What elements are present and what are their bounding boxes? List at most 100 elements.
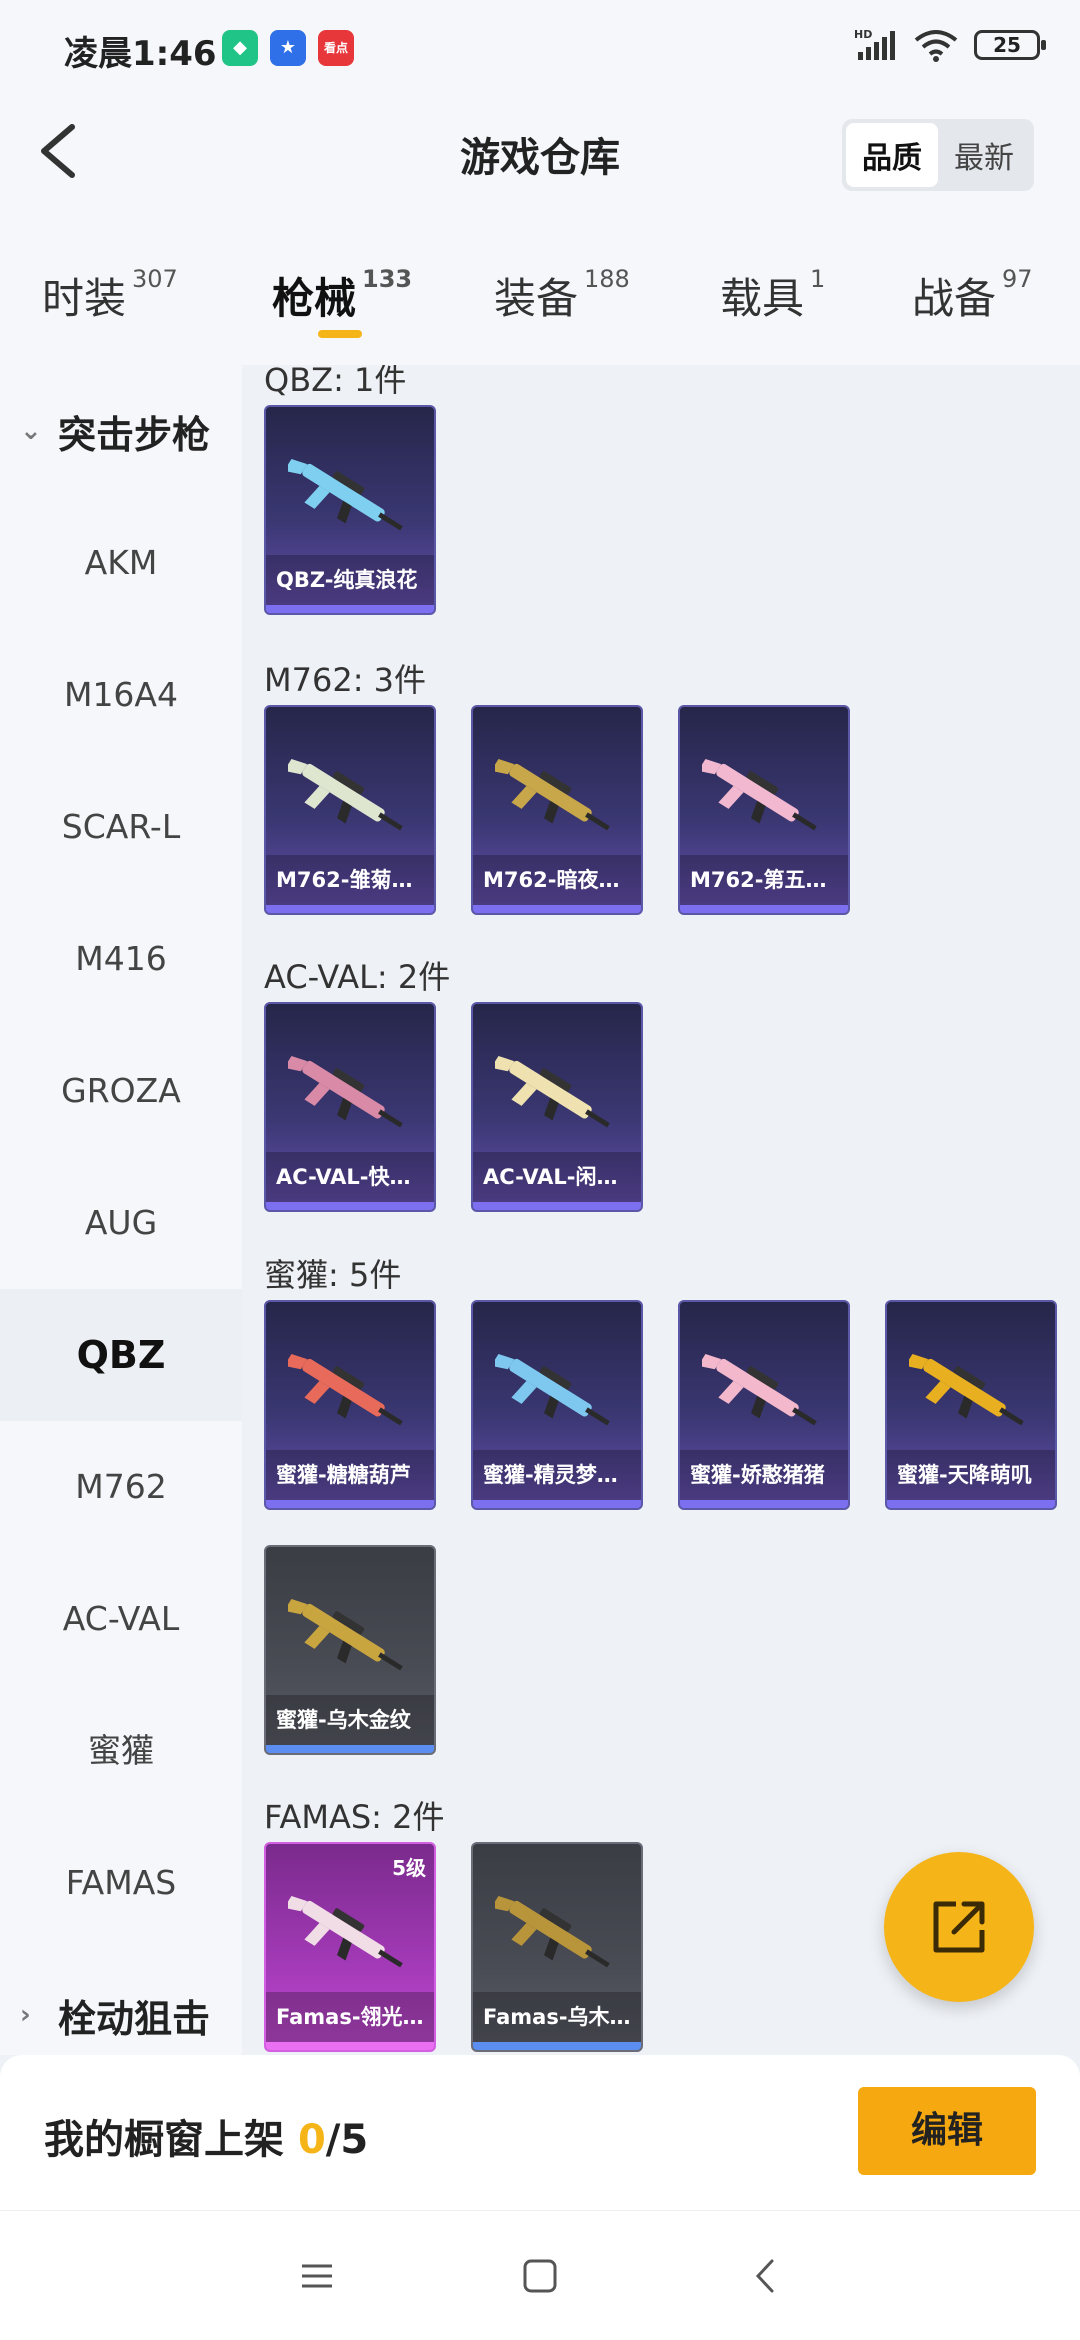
tab-count: 307 bbox=[132, 265, 178, 293]
weapon-card-label: QBZ-纯真浪花 bbox=[266, 555, 434, 605]
weapon-card-label: 蜜獾-精灵梦… bbox=[473, 1450, 641, 1500]
weapon-card[interactable]: 5级 Famas-翎光… bbox=[264, 1842, 436, 2052]
showcase-current-count: 0 bbox=[297, 2117, 326, 2163]
section-title: QBZ: 1件 bbox=[264, 365, 407, 399]
section-title: M762: 3件 bbox=[264, 661, 427, 699]
weapon-card[interactable]: 蜜獾-娇憨猪猪 bbox=[678, 1300, 850, 1510]
level-badge: 5级 bbox=[392, 1856, 426, 1880]
battery-level: 25 bbox=[993, 33, 1021, 57]
sidebar-item-groza[interactable]: GROZA bbox=[0, 1025, 242, 1157]
weapon-card-label: AC-VAL-快… bbox=[266, 1152, 434, 1202]
sidebar-item-m16a4[interactable]: M16A4 bbox=[0, 629, 242, 761]
header: 游戏仓库 品质 最新 bbox=[0, 95, 1080, 215]
star-app-icon: ★ bbox=[270, 30, 306, 66]
weapon-card[interactable]: M762-第五… bbox=[678, 705, 850, 915]
rarity-bar bbox=[266, 1202, 434, 1210]
weapon-card[interactable]: M762-雏菊… bbox=[264, 705, 436, 915]
chevron-down-icon: ⌄ bbox=[20, 416, 42, 446]
rarity-bar bbox=[266, 905, 434, 913]
sidebar-item-qbz[interactable]: QBZ bbox=[0, 1289, 242, 1421]
weapon-card[interactable]: AC-VAL-快… bbox=[264, 1002, 436, 1212]
rarity-bar bbox=[473, 905, 641, 913]
section-title: AC-VAL: 2件 bbox=[264, 958, 451, 996]
sidebar-item-honey-badger[interactable]: 蜜獾 bbox=[0, 1685, 242, 1817]
sort-newest-button[interactable]: 最新 bbox=[938, 123, 1030, 187]
weapon-card[interactable]: QBZ-纯真浪花 bbox=[264, 405, 436, 615]
rarity-bar bbox=[473, 1500, 641, 1508]
share-icon bbox=[933, 1901, 985, 1953]
sidebar-item-m416[interactable]: M416 bbox=[0, 893, 242, 1025]
signal-icon: HD bbox=[854, 28, 895, 60]
gun-image bbox=[288, 458, 403, 531]
share-button[interactable] bbox=[884, 1852, 1034, 2002]
gun-image bbox=[702, 1353, 817, 1426]
weapon-card[interactable]: Famas-乌木… bbox=[471, 1842, 643, 2052]
tab-fashion[interactable]: 时装 307 bbox=[42, 265, 178, 326]
wifi-icon bbox=[914, 30, 958, 62]
tab-count: 97 bbox=[1002, 265, 1033, 293]
gun-image bbox=[288, 1598, 403, 1671]
tab-count: 188 bbox=[584, 265, 630, 293]
weapon-card[interactable]: 蜜獾-精灵梦… bbox=[471, 1300, 643, 1510]
weapon-card-label: M762-雏菊… bbox=[266, 855, 434, 905]
sidebar-item-aug[interactable]: AUG bbox=[0, 1157, 242, 1289]
rarity-bar bbox=[473, 2042, 641, 2050]
gun-image bbox=[288, 1895, 403, 1968]
weapon-card-label: 蜜獾-乌木金纹 bbox=[266, 1695, 434, 1745]
weapon-card[interactable]: AC-VAL-闲… bbox=[471, 1002, 643, 1212]
tab-label: 枪械 bbox=[272, 274, 357, 323]
rarity-bar bbox=[266, 2042, 434, 2050]
battery-icon: 25 bbox=[974, 30, 1046, 60]
sidebar-group-assault-rifles[interactable]: ⌄ 突击步枪 bbox=[0, 365, 242, 497]
tab-label: 战备 bbox=[912, 274, 997, 323]
sidebar-item-akm[interactable]: AKM bbox=[0, 497, 242, 629]
back-icon[interactable] bbox=[742, 2251, 792, 2301]
showcase-bar: 我的橱窗上架 0/5 编辑 bbox=[0, 2055, 1080, 2210]
weapon-card-label: 蜜獾-娇憨猪猪 bbox=[680, 1450, 848, 1500]
tab-vehicles[interactable]: 载具 1 bbox=[720, 265, 825, 326]
system-nav-bar bbox=[0, 2210, 1080, 2340]
sidebar-group-bolt-snipers[interactable]: › 栓动狙击 bbox=[0, 1949, 242, 2055]
sidebar-group-label: 栓动狙击 bbox=[58, 1996, 211, 2041]
sidebar-group-label: 突击步枪 bbox=[58, 412, 211, 457]
edit-button[interactable]: 编辑 bbox=[858, 2087, 1036, 2175]
status-bar: 凌晨1:46 ◆ ★ 看点 HD 25 bbox=[0, 0, 1080, 95]
weapon-card-label: M762-暗夜… bbox=[473, 855, 641, 905]
weapon-list: QBZ: 1件 QBZ-纯真浪花 M762: 3件 M762-雏菊… M762-暗夜… M… bbox=[242, 365, 1080, 2055]
rarity-bar bbox=[887, 1500, 1055, 1508]
sidebar-item-m762[interactable]: M762 bbox=[0, 1421, 242, 1553]
rarity-bar bbox=[680, 905, 848, 913]
weapon-card[interactable]: 蜜獾-天降萌叽 bbox=[885, 1300, 1057, 1510]
sidebar-item-scar-l[interactable]: SCAR-L bbox=[0, 761, 242, 893]
tab-battle-gear[interactable]: 战备 97 bbox=[912, 265, 1033, 326]
tab-equipment[interactable]: 装备 188 bbox=[494, 265, 630, 326]
gun-image bbox=[288, 1353, 403, 1426]
section-title: 蜜獾: 5件 bbox=[264, 1256, 402, 1294]
showcase-status: 我的橱窗上架 0/5 bbox=[44, 2107, 368, 2165]
menu-icon[interactable] bbox=[292, 2251, 342, 2301]
gun-image bbox=[909, 1353, 1024, 1426]
tab-count: 1 bbox=[810, 265, 826, 293]
gun-image bbox=[288, 758, 403, 831]
weapon-card[interactable]: 蜜獾-乌木金纹 bbox=[264, 1545, 436, 1755]
weapon-card-label: Famas-翎光… bbox=[266, 1992, 434, 2042]
sort-quality-button[interactable]: 品质 bbox=[846, 123, 938, 187]
showcase-total: /5 bbox=[325, 2117, 369, 2163]
tab-label: 装备 bbox=[494, 274, 579, 323]
tab-guns[interactable]: 枪械 133 bbox=[272, 265, 412, 326]
sidebar-item-ac-val[interactable]: AC-VAL bbox=[0, 1553, 242, 1685]
gun-image bbox=[495, 1055, 610, 1128]
weapon-card[interactable]: 蜜獾-糖糖葫芦 bbox=[264, 1300, 436, 1510]
gun-image bbox=[702, 758, 817, 831]
news-app-icon: 看点 bbox=[318, 30, 354, 66]
gun-image bbox=[288, 1055, 403, 1128]
home-icon[interactable] bbox=[515, 2251, 565, 2301]
weapon-sidebar: ⌄ 突击步枪 AKM M16A4 SCAR-L M416 GROZA AUG Q… bbox=[0, 365, 242, 2055]
status-time: 凌晨1:46 bbox=[64, 34, 217, 74]
weapon-card-label: M762-第五… bbox=[680, 855, 848, 905]
tab-count: 133 bbox=[362, 265, 413, 293]
weapon-card[interactable]: M762-暗夜… bbox=[471, 705, 643, 915]
tab-label: 时装 bbox=[42, 274, 127, 323]
sidebar-item-famas[interactable]: FAMAS bbox=[0, 1817, 242, 1949]
tab-label: 载具 bbox=[720, 274, 805, 323]
